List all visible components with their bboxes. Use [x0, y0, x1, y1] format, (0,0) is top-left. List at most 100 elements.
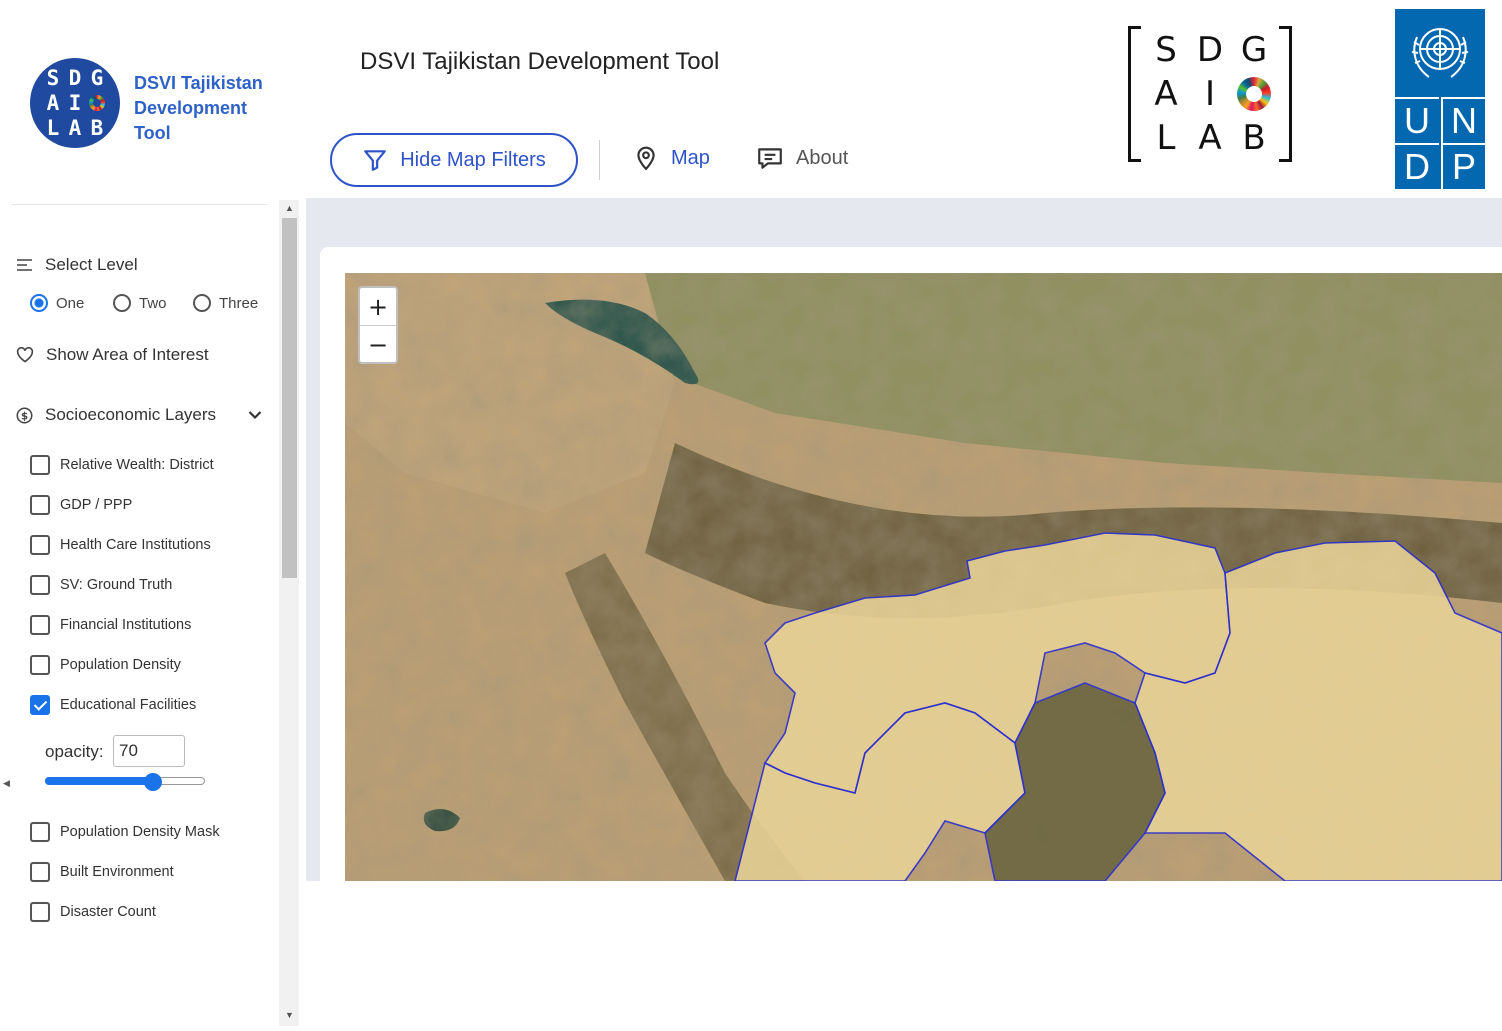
- layer-checkbox[interactable]: [30, 535, 50, 555]
- zoom-out-button[interactable]: −: [360, 326, 396, 363]
- nav-divider: [599, 140, 600, 180]
- scroll-left-arrow-icon[interactable]: ◀: [3, 778, 10, 789]
- hide-map-filters-button[interactable]: Hide Map Filters: [330, 133, 578, 187]
- layer-label: Population Density Mask: [60, 824, 220, 840]
- sidebar-scrollbar-thumb[interactable]: [282, 218, 297, 578]
- sdg-letter: A: [1198, 118, 1222, 158]
- heart-icon: [16, 347, 34, 363]
- area-of-interest-label: Show Area of Interest: [46, 345, 209, 364]
- nav-about-label: About: [796, 146, 849, 169]
- logo-letter: G: [90, 65, 104, 90]
- map-zoom-control: + −: [358, 286, 398, 364]
- map-terrain[interactable]: [345, 273, 1502, 881]
- radio-dot[interactable]: [193, 294, 211, 312]
- message-icon: [758, 148, 782, 169]
- undp-letter: P: [1441, 143, 1485, 189]
- logo-letter: S: [46, 65, 60, 90]
- layer-label: Financial Institutions: [60, 617, 192, 633]
- layer-checkbox[interactable]: [30, 495, 50, 515]
- select-level-heading: Select Level: [16, 255, 138, 275]
- opacity-label: opacity:: [45, 742, 104, 761]
- layer-label: Educational Facilities: [60, 697, 197, 713]
- layer-population-density-mask[interactable]: Population Density Mask: [30, 822, 220, 842]
- nav-map-label: Map: [671, 146, 710, 169]
- scroll-down-arrow-icon[interactable]: ▼: [285, 1010, 294, 1020]
- list-icon: [17, 259, 32, 271]
- radio-dot[interactable]: [30, 294, 48, 312]
- level-radio-one[interactable]: One: [30, 294, 113, 312]
- layer-disaster-count[interactable]: Disaster Count: [30, 902, 156, 922]
- slider-fill: [45, 777, 154, 785]
- undp-letter: D: [1395, 143, 1439, 189]
- layer-checkbox[interactable]: [30, 902, 50, 922]
- undp-logo: U N D P: [1395, 9, 1485, 189]
- nav-about-link[interactable]: About: [756, 145, 848, 171]
- undp-letter: U: [1395, 97, 1439, 143]
- layer-checkbox[interactable]: [30, 575, 50, 595]
- logo-letter: A: [46, 90, 60, 115]
- brand-logo: S D G A I L A B: [30, 58, 120, 148]
- layer-sv-ground-truth[interactable]: SV: Ground Truth: [30, 575, 172, 595]
- page-title: DSVI Tajikistan Development Tool: [360, 48, 720, 75]
- level-radio-two[interactable]: Two: [113, 294, 193, 312]
- layer-checkbox[interactable]: [30, 615, 50, 635]
- layer-label: Health Care Institutions: [60, 537, 211, 553]
- sdg-letter: I: [1204, 74, 1216, 114]
- slider-thumb[interactable]: [144, 773, 163, 791]
- layer-educational-facilities[interactable]: Educational Facilities: [30, 695, 196, 715]
- show-area-of-interest-toggle[interactable]: Show Area of Interest: [16, 345, 209, 365]
- logo-letter: L: [46, 115, 60, 140]
- layer-checkbox[interactable]: [30, 455, 50, 475]
- layer-label: Relative Wealth: District: [60, 457, 214, 473]
- layer-label: Built Environment: [60, 864, 174, 880]
- layer-label: GDP / PPP: [60, 497, 133, 513]
- layer-label: SV: Ground Truth: [60, 577, 173, 593]
- sdg-letter: D: [1196, 30, 1224, 70]
- socioeconomic-layers-label: Socioeconomic Layers: [45, 405, 217, 424]
- un-emblem-icon: [1411, 28, 1469, 78]
- nav-map-link[interactable]: Map: [633, 145, 710, 171]
- sdg-letter: B: [1242, 118, 1266, 158]
- layer-built-environment[interactable]: Built Environment: [30, 862, 174, 882]
- logo-letter: I: [68, 90, 82, 115]
- scroll-up-arrow-icon[interactable]: ▲: [285, 203, 294, 213]
- layer-label: Population Density: [60, 657, 181, 673]
- sdg-wheel-icon: [89, 94, 105, 111]
- level-radio-group: One Two Three: [30, 294, 258, 312]
- logo-letter: B: [90, 115, 104, 140]
- sidebar-divider: [12, 204, 267, 205]
- layer-health-care[interactable]: Health Care Institutions: [30, 535, 211, 555]
- socioeconomic-layers-header[interactable]: $ Socioeconomic Layers: [16, 405, 262, 425]
- filter-button-label: Hide Map Filters: [400, 148, 546, 171]
- layer-label: Disaster Count: [60, 904, 156, 920]
- layer-financial-institutions[interactable]: Financial Institutions: [30, 615, 191, 635]
- layer-checkbox[interactable]: [30, 655, 50, 675]
- radio-dot[interactable]: [113, 294, 131, 312]
- layer-gdp-ppp[interactable]: GDP / PPP: [30, 495, 132, 515]
- undp-letter: N: [1441, 97, 1485, 143]
- sdg-letter: S: [1155, 30, 1177, 70]
- level-radio-three[interactable]: Three: [193, 294, 258, 312]
- filter-icon: [364, 150, 387, 171]
- logo-letter: D: [68, 65, 82, 90]
- radio-label: One: [56, 294, 85, 312]
- logo-letter: A: [68, 115, 82, 140]
- layer-checkbox-checked[interactable]: [30, 695, 50, 715]
- opacity-input[interactable]: [113, 735, 185, 767]
- layer-relative-wealth[interactable]: Relative Wealth: District: [30, 455, 214, 475]
- sdg-letter: A: [1154, 74, 1178, 114]
- chevron-down-icon[interactable]: [248, 410, 262, 420]
- radio-label: Two: [139, 294, 167, 312]
- brand-name[interactable]: DSVI Tajikistan Development Tool: [134, 71, 274, 146]
- layer-checkbox[interactable]: [30, 862, 50, 882]
- svg-text:$: $: [21, 411, 28, 422]
- dollar-circle-icon: $: [16, 407, 33, 423]
- sdg-letter: G: [1240, 30, 1268, 70]
- layer-population-density[interactable]: Population Density: [30, 655, 181, 675]
- zoom-in-button[interactable]: +: [360, 288, 396, 326]
- radio-label: Three: [219, 294, 259, 312]
- sdg-wheel-icon: [1237, 77, 1271, 111]
- opacity-slider[interactable]: [45, 773, 205, 791]
- satellite-map[interactable]: [345, 273, 1502, 881]
- layer-checkbox[interactable]: [30, 822, 50, 842]
